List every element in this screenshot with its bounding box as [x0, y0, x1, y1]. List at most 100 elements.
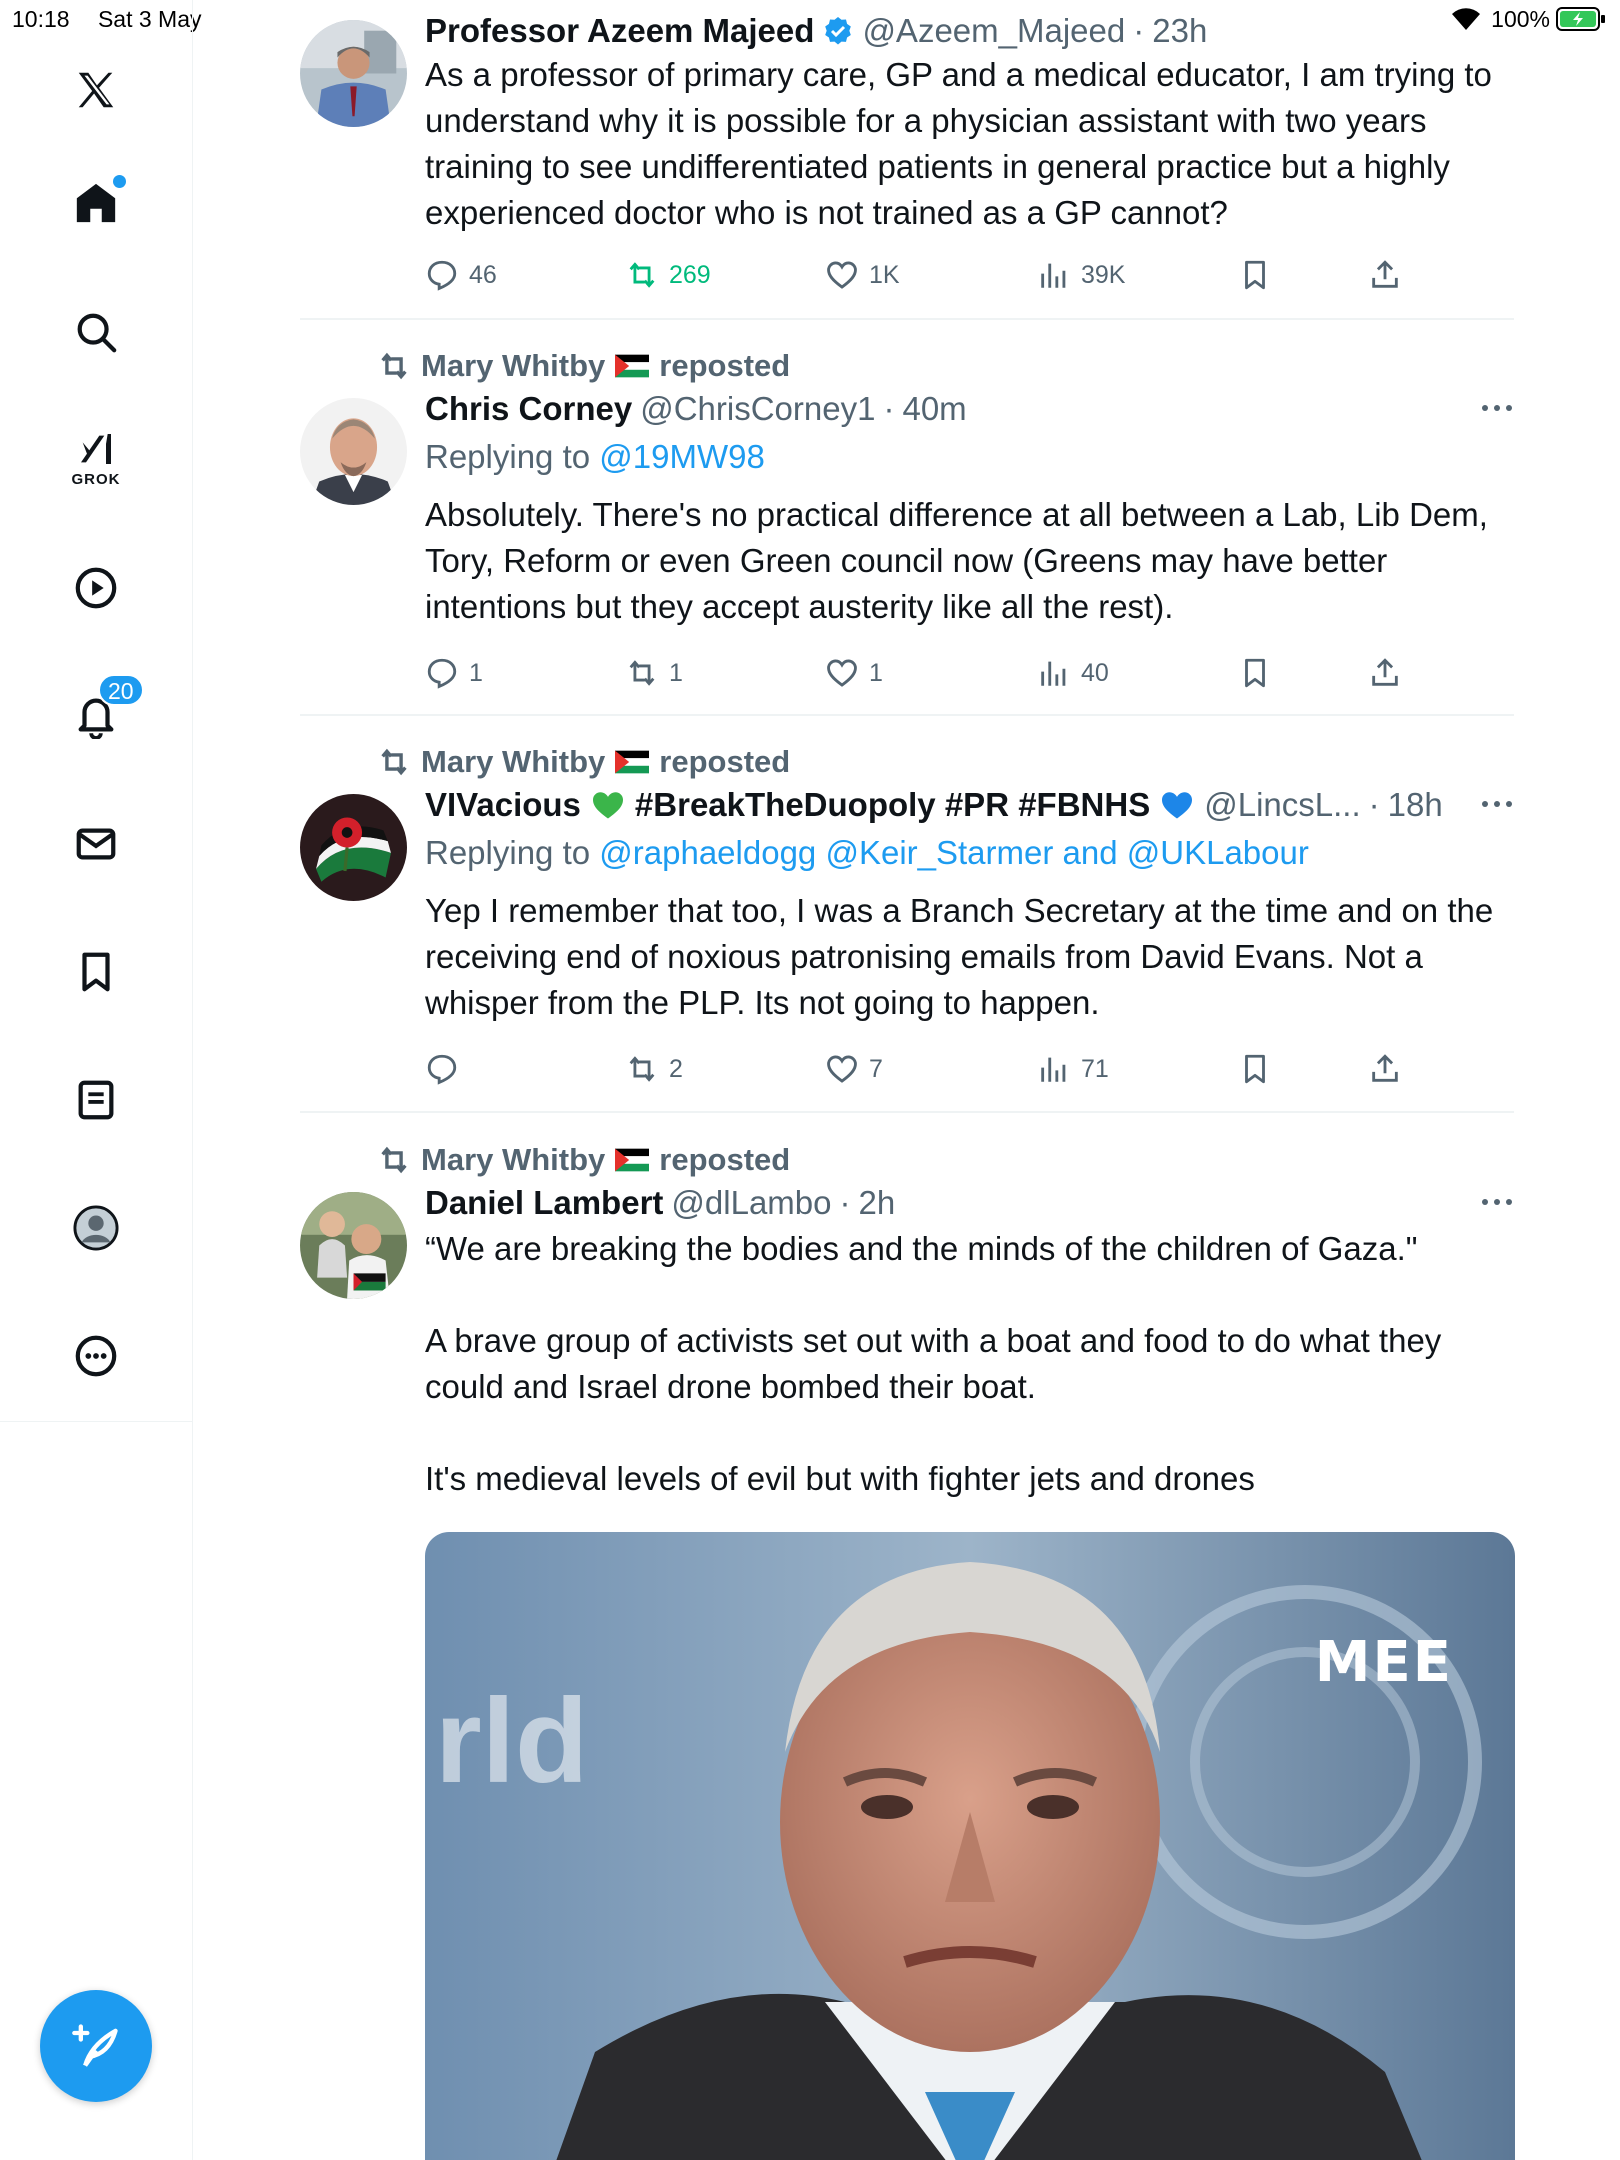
sidebar-item-profile[interactable]: [58, 1190, 134, 1266]
replying-to-mention[interactable]: @UKLabour: [1127, 834, 1309, 871]
author-name[interactable]: Chris Corney: [425, 390, 632, 428]
separator-dot: ·: [1133, 12, 1145, 49]
green-heart-icon: [592, 792, 623, 819]
tweet-divider: [300, 1111, 1514, 1113]
views-button[interactable]: 71: [1037, 1052, 1109, 1086]
more-options-icon[interactable]: [1479, 798, 1515, 810]
repost-count: 2: [669, 1054, 683, 1083]
views-count: 39K: [1081, 260, 1126, 289]
author-handle[interactable]: @LincsL...: [1204, 786, 1360, 824]
more-options-icon[interactable]: [1479, 1196, 1515, 1208]
sidebar-item-bookmarks[interactable]: [58, 934, 134, 1010]
like-count: 1: [869, 658, 883, 687]
author-handle[interactable]: @Azeem_Majeed: [862, 12, 1125, 50]
repost-button[interactable]: 269: [625, 258, 711, 292]
views-count: 71: [1081, 1054, 1109, 1083]
tweet[interactable]: Professor Azeem Majeed @Azeem_Majeed · 2…: [300, 12, 1514, 312]
reply-icon: [427, 658, 457, 689]
tweet-content: Chris Corney @ChrisCorney1 · 40m Replyin…: [425, 390, 1515, 630]
tweet-content: VIVacious #BreakTheDuopoly #PR #FBNHS @L…: [425, 786, 1515, 1026]
bookmark-button[interactable]: [1238, 258, 1272, 292]
repost-context[interactable]: Mary Whitby reposted: [377, 1142, 790, 1178]
tweet-text: As a professor of primary care, GP and a…: [425, 56, 1492, 231]
replying-to-mention[interactable]: @raphaeldogg: [599, 834, 816, 871]
sidebar-item-notifications[interactable]: 20: [58, 674, 144, 754]
tweet-actions: 46 269 1K 39K: [425, 258, 1425, 298]
bookmark-button[interactable]: [1238, 656, 1272, 690]
avatar[interactable]: [300, 1192, 407, 1299]
tweet-time[interactable]: 18h: [1388, 786, 1443, 824]
share-button[interactable]: [1368, 1052, 1402, 1086]
reposted-by-name: Mary Whitby: [421, 744, 606, 779]
palestine-flag-icon: [615, 354, 650, 378]
reply-icon: [427, 260, 457, 291]
x-logo[interactable]: [58, 52, 134, 128]
replying-to-mention[interactable]: @19MW98: [599, 438, 765, 475]
tweet[interactable]: Mary Whitby reposted VIVacious #BreakThe…: [300, 744, 1514, 1094]
tweet-actions: 1 1 1 40: [425, 656, 1425, 696]
reposted-label: reposted: [659, 1142, 791, 1177]
analytics-icon: [1041, 1057, 1066, 1082]
media-watermark-logo: MEE: [1314, 1630, 1453, 1695]
tweet-media-image[interactable]: rld MEE: [425, 1532, 1515, 2160]
like-button[interactable]: 7: [825, 1052, 883, 1086]
sidebar-item-search[interactable]: [58, 294, 134, 370]
sidebar-item-home[interactable]: [58, 165, 134, 241]
repost-context[interactable]: Mary Whitby reposted: [377, 744, 790, 780]
sidebar-item-video[interactable]: [58, 550, 134, 626]
author-name[interactable]: Professor Azeem Majeed: [425, 12, 814, 50]
avatar[interactable]: [300, 20, 407, 127]
author-handle[interactable]: @dlLambo: [671, 1184, 831, 1222]
reply-button[interactable]: 1: [425, 656, 483, 690]
author-handle[interactable]: @ChrisCorney1: [640, 390, 875, 428]
reply-button[interactable]: 46: [425, 258, 497, 292]
tweet-text: Yep I remember that too, I was a Branch …: [425, 892, 1494, 1021]
author-name[interactable]: Daniel Lambert: [425, 1184, 663, 1222]
like-count: 1K: [869, 260, 900, 289]
sidebar-item-more[interactable]: [58, 1318, 134, 1394]
tweet-actions: 2 7 71: [425, 1052, 1425, 1092]
list-icon: [78, 1080, 114, 1120]
avatar-image: [300, 794, 407, 901]
like-button[interactable]: 1: [825, 656, 883, 690]
avatar[interactable]: [300, 398, 407, 505]
tweet[interactable]: Mary Whitby reposted Chris Corney @Chris…: [300, 348, 1514, 698]
repost-icon: [629, 660, 655, 686]
like-button[interactable]: 1K: [825, 258, 900, 292]
avatar-image: [300, 20, 407, 127]
sidebar-item-grok[interactable]: GROK: [58, 420, 134, 496]
author-name-part2[interactable]: #BreakTheDuopoly #PR #FBNHS: [635, 786, 1150, 824]
tweet-time[interactable]: 23h: [1152, 12, 1207, 50]
tweet-content: Professor Azeem Majeed @Azeem_Majeed · 2…: [425, 12, 1515, 236]
repost-context[interactable]: Mary Whitby reposted: [377, 348, 790, 384]
reply-icon: [427, 1054, 457, 1085]
tweet-time[interactable]: 40m: [902, 390, 966, 428]
views-button[interactable]: 40: [1037, 656, 1109, 690]
tweet-time[interactable]: 2h: [859, 1184, 896, 1222]
replying-to-label: Replying to: [425, 834, 591, 871]
reposted-label: reposted: [659, 348, 791, 383]
sidebar-item-messages[interactable]: [58, 806, 134, 882]
home-unread-dot: [113, 175, 126, 188]
share-button[interactable]: [1368, 258, 1402, 292]
bookmark-button[interactable]: [1238, 1052, 1272, 1086]
x-logo-icon: [78, 72, 114, 108]
compose-button[interactable]: [40, 1990, 152, 2102]
views-button[interactable]: 39K: [1037, 258, 1125, 292]
reply-count: 46: [469, 260, 497, 289]
sidebar-item-lists[interactable]: [58, 1062, 134, 1138]
share-button[interactable]: [1368, 656, 1402, 690]
repost-button[interactable]: 2: [625, 1052, 683, 1086]
repost-button[interactable]: 1: [625, 656, 683, 690]
reply-button[interactable]: [425, 1052, 469, 1086]
analytics-icon: [1041, 661, 1066, 686]
tweet-header: Professor Azeem Majeed @Azeem_Majeed · 2…: [425, 12, 1515, 50]
more-options-icon[interactable]: [1479, 402, 1515, 414]
author-name-part1[interactable]: VIVacious: [425, 786, 581, 824]
replying-to-mention[interactable]: @Keir_Starmer: [825, 834, 1053, 871]
avatar[interactable]: [300, 794, 407, 901]
repost-icon: [381, 1146, 407, 1174]
palestine-flag-icon: [615, 1148, 650, 1172]
envelope-icon: [76, 828, 116, 860]
heart-icon: [827, 1055, 857, 1083]
